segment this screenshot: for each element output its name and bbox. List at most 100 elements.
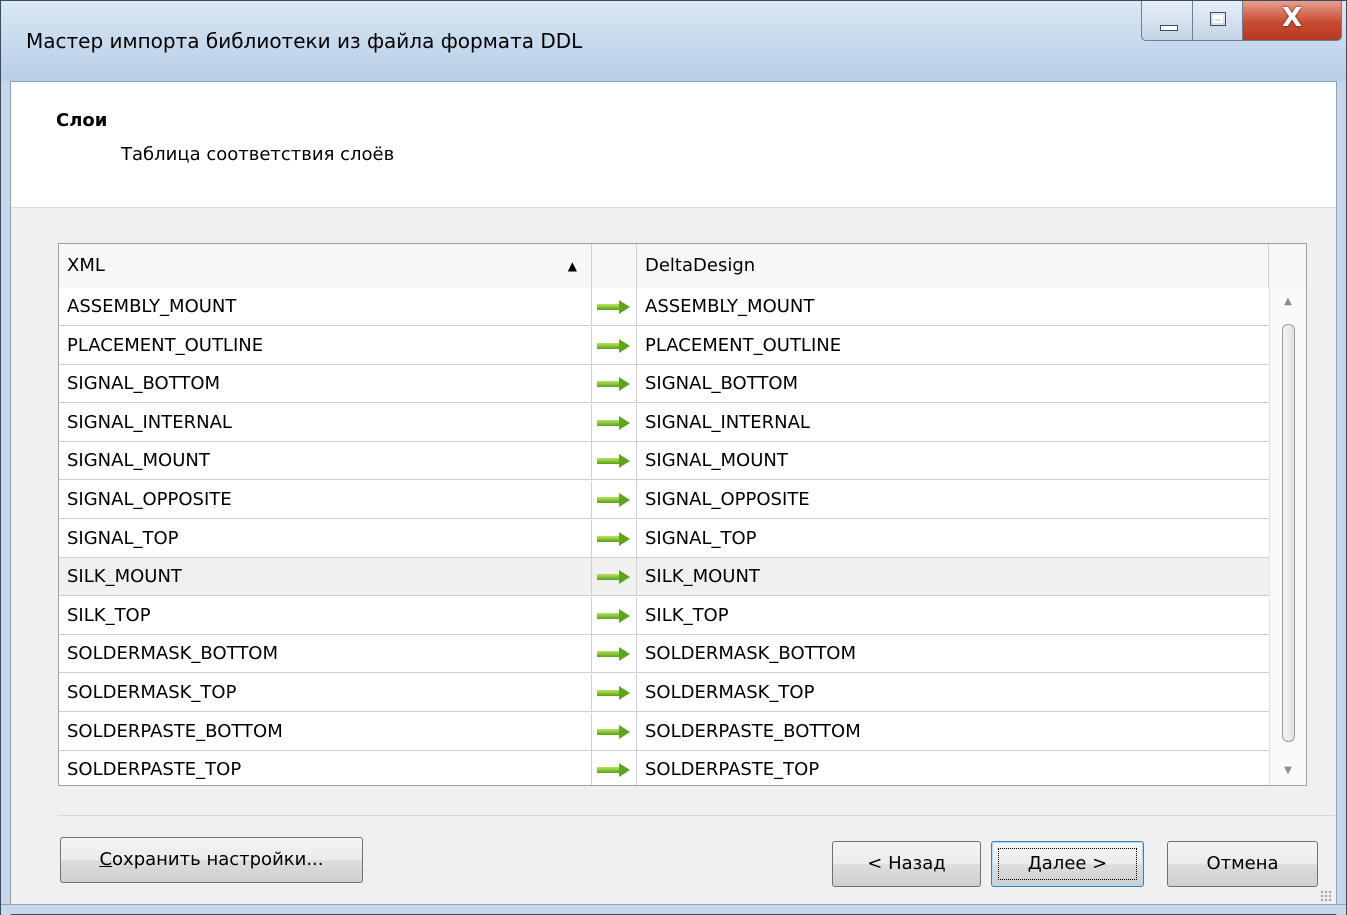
mapping-arrow-cell (592, 481, 637, 518)
back-button[interactable]: < Назад (832, 841, 981, 887)
deltadesign-layer-cell[interactable]: SILK_MOUNT (637, 558, 1269, 595)
table-row[interactable]: SOLDERPASTE_TOP SOLDERPASTE_TOP (59, 751, 1269, 785)
mapping-arrow-cell (592, 674, 637, 711)
arrow-right-icon (597, 454, 631, 469)
column-header-filler (1269, 244, 1306, 288)
xml-layer-cell: SOLDERPASTE_BOTTOM (59, 712, 592, 750)
deltadesign-layer-cell[interactable]: SOLDERMASK_TOP (637, 674, 1269, 711)
xml-layer-cell: SOLDERMASK_BOTTOM (59, 635, 592, 673)
arrow-right-icon (597, 570, 631, 585)
deltadesign-layer-cell[interactable]: SOLDERPASTE_BOTTOM (637, 713, 1269, 750)
column-header-deltadesign-label: DeltaDesign (645, 255, 756, 276)
table-row[interactable]: SILK_MOUNT SILK_MOUNT (59, 558, 1269, 597)
arrow-right-icon (597, 647, 631, 662)
minimize-icon (1160, 25, 1178, 31)
mapping-arrow-cell (592, 635, 637, 673)
xml-layer-cell: ASSEMBLY_MOUNT (59, 288, 592, 325)
arrow-right-icon (597, 531, 631, 546)
deltadesign-layer-cell[interactable]: SIGNAL_INTERNAL (637, 404, 1269, 441)
column-header-xml[interactable]: XML ▲ (59, 244, 592, 288)
close-icon: X (1281, 3, 1303, 33)
sort-ascending-icon: ▲ (567, 259, 577, 273)
resize-grip-icon[interactable] (1320, 890, 1332, 902)
window-frame-left (1, 81, 11, 915)
scrollbar-thumb[interactable] (1282, 324, 1295, 742)
close-button[interactable]: X (1242, 1, 1342, 41)
table-row[interactable]: SIGNAL_TOP SIGNAL_TOP (59, 519, 1269, 558)
table-row[interactable]: SIGNAL_OPPOSITE SIGNAL_OPPOSITE (59, 481, 1269, 519)
scroll-up-icon[interactable]: ▲ (1270, 288, 1306, 316)
footer-separator (58, 815, 1335, 816)
table-row[interactable]: SOLDERPASTE_BOTTOM SOLDERPASTE_BOTTOM (59, 712, 1269, 751)
deltadesign-layer-cell[interactable]: SIGNAL_OPPOSITE (637, 481, 1269, 518)
table-row[interactable]: SILK_TOP SILK_TOP (59, 596, 1269, 635)
window-frame-right (1336, 81, 1346, 915)
xml-layer-cell: SILK_MOUNT (59, 558, 592, 596)
table-row[interactable]: PLACEMENT_OUTLINE PLACEMENT_OUTLINE (59, 326, 1269, 365)
next-button[interactable]: Далее > (991, 841, 1144, 887)
xml-layer-cell: SIGNAL_INTERNAL (59, 403, 592, 441)
mapping-arrow-cell (592, 558, 637, 596)
arrow-right-icon (597, 608, 631, 623)
table-row[interactable]: SOLDERMASK_TOP SOLDERMASK_TOP (59, 674, 1269, 712)
xml-layer-cell: SIGNAL_TOP (59, 519, 592, 557)
arrow-right-icon (597, 763, 631, 778)
save-settings-button[interactable]: Сохранить настройки... (60, 837, 363, 883)
table-row[interactable]: SIGNAL_MOUNT SIGNAL_MOUNT (59, 442, 1269, 481)
arrow-right-icon (597, 377, 631, 392)
focus-rectangle (998, 848, 1137, 880)
arrow-right-icon (597, 300, 631, 314)
xml-layer-cell: SOLDERPASTE_TOP (59, 751, 592, 785)
window-frame-bottom (1, 904, 1346, 914)
column-header-arrow[interactable] (592, 244, 637, 288)
scroll-down-icon[interactable]: ▼ (1270, 757, 1306, 785)
back-button-label: < Назад (867, 853, 946, 874)
title-bar[interactable]: Мастер импорта библиотеки из файла форма… (1, 1, 1346, 82)
wizard-header: Слои Таблица соответствия слоёв (11, 82, 1336, 208)
deltadesign-layer-cell[interactable]: SIGNAL_TOP (637, 520, 1269, 557)
mapping-arrow-cell (592, 442, 637, 480)
vertical-scrollbar[interactable]: ▲ ▼ (1269, 288, 1306, 785)
table-row[interactable]: ASSEMBLY_MOUNT ASSEMBLY_MOUNT (59, 288, 1269, 326)
deltadesign-layer-cell[interactable]: SOLDERMASK_BOTTOM (637, 635, 1269, 672)
xml-layer-cell: SOLDERMASK_TOP (59, 674, 592, 711)
save-settings-mnemonic: С (99, 849, 113, 870)
table-header: XML ▲ DeltaDesign (59, 244, 1306, 289)
page-subtitle: Таблица соответствия слоёв (121, 144, 395, 165)
xml-layer-cell: PLACEMENT_OUTLINE (59, 326, 592, 364)
maximize-icon (1210, 12, 1226, 26)
deltadesign-layer-cell[interactable]: SILK_TOP (637, 597, 1269, 634)
window-title: Мастер импорта библиотеки из файла форма… (26, 29, 583, 53)
deltadesign-layer-cell[interactable]: SIGNAL_MOUNT (637, 442, 1269, 479)
table-row[interactable]: SIGNAL_INTERNAL SIGNAL_INTERNAL (59, 403, 1269, 442)
deltadesign-layer-cell[interactable]: SIGNAL_BOTTOM (637, 365, 1269, 402)
mapping-arrow-cell (592, 403, 637, 441)
save-settings-label: охранить настройки... (112, 849, 324, 870)
xml-layer-cell: SIGNAL_MOUNT (59, 442, 592, 480)
xml-layer-cell: SIGNAL_BOTTOM (59, 365, 592, 403)
mapping-arrow-cell (592, 365, 637, 403)
arrow-right-icon (597, 338, 631, 353)
page-title: Слои (56, 110, 108, 131)
table-row[interactable]: SIGNAL_BOTTOM SIGNAL_BOTTOM (59, 365, 1269, 404)
arrow-right-icon (597, 493, 631, 507)
layer-mapping-table[interactable]: XML ▲ DeltaDesign ASSEMBLY_MOUNT ASSEMBLY… (58, 243, 1307, 786)
mapping-arrow-cell (592, 712, 637, 750)
deltadesign-layer-cell[interactable]: SOLDERPASTE_TOP (637, 751, 1269, 785)
minimize-button[interactable] (1141, 1, 1193, 41)
deltadesign-layer-cell[interactable]: ASSEMBLY_MOUNT (637, 288, 1269, 325)
column-header-xml-label: XML (67, 255, 105, 276)
xml-layer-cell: SILK_TOP (59, 596, 592, 634)
mapping-arrow-cell (592, 519, 637, 557)
mapping-arrow-cell (592, 288, 637, 325)
wizard-window: Мастер импорта библиотеки из файла форма… (0, 0, 1347, 915)
mapping-arrow-cell (592, 596, 637, 634)
mapping-arrow-cell (592, 326, 637, 364)
xml-layer-cell: SIGNAL_OPPOSITE (59, 481, 592, 518)
maximize-button[interactable] (1192, 1, 1243, 41)
column-header-deltadesign[interactable]: DeltaDesign (637, 244, 1269, 288)
cancel-button[interactable]: Отмена (1167, 841, 1318, 887)
deltadesign-layer-cell[interactable]: PLACEMENT_OUTLINE (637, 327, 1269, 364)
arrow-right-icon (597, 686, 631, 700)
table-row[interactable]: SOLDERMASK_BOTTOM SOLDERMASK_BOTTOM (59, 635, 1269, 674)
